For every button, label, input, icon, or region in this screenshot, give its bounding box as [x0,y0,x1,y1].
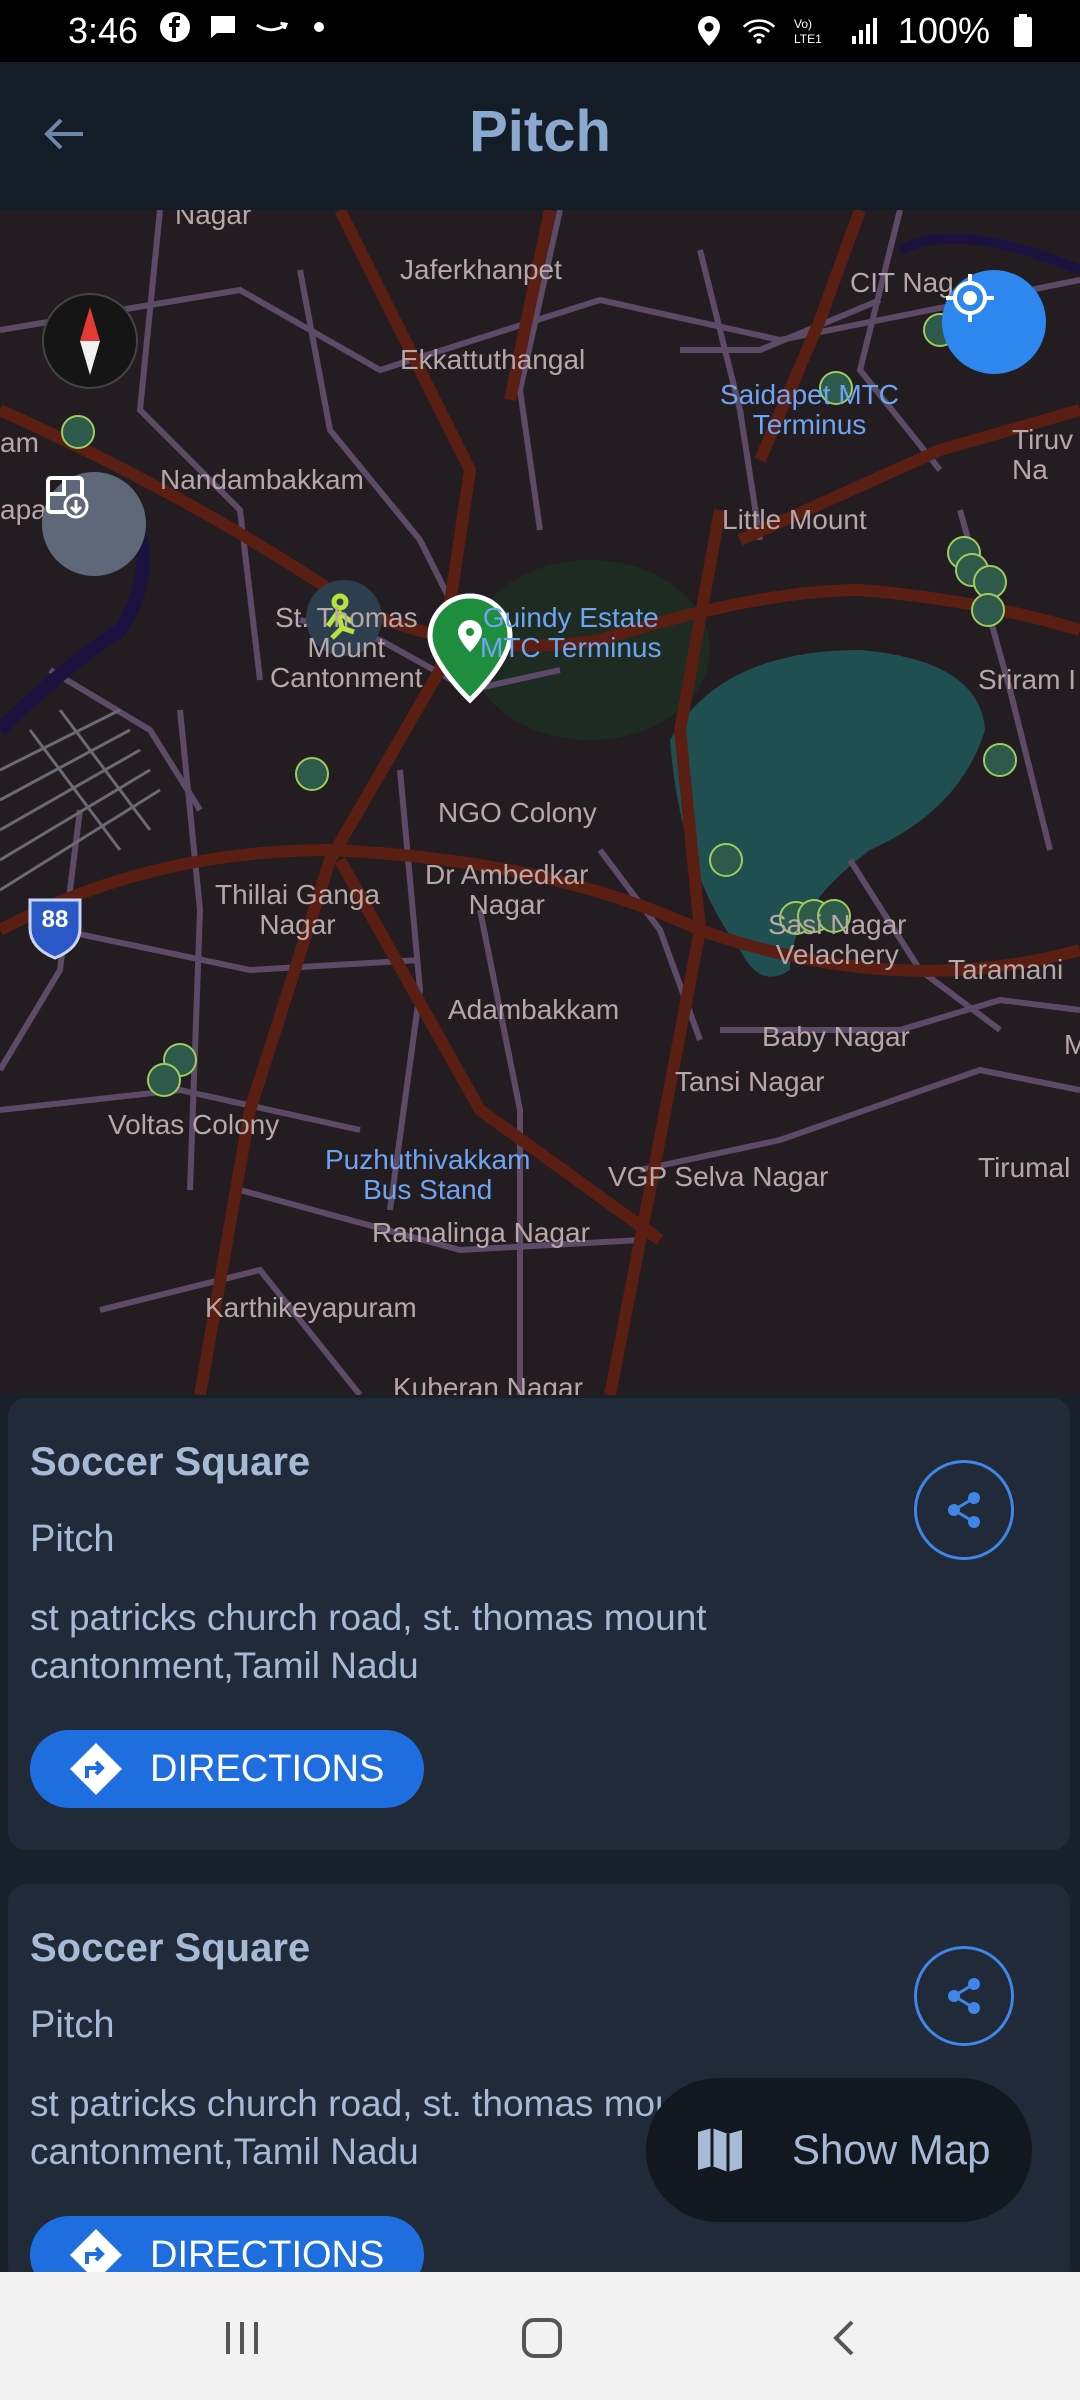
map-label: Sasi Nagar Velachery [768,909,907,970]
battery-icon [1006,14,1040,48]
show-map-button[interactable]: Show Map [646,2078,1032,2222]
map-label: Guindy Estate MTC Terminus [480,602,662,663]
share-icon [948,1978,980,2014]
map-label: Dr Ambedkar Nagar [425,859,589,920]
map-label: Adambakkam [448,994,620,1025]
map-label: M [1064,1029,1080,1060]
result-type: Pitch [30,1518,115,1560]
recents-button[interactable] [212,2308,272,2368]
map-label: NGO Colony [438,797,597,828]
map-label: Voltas Colony [108,1109,280,1140]
map-label: St. Thomas Mount Cantonment [270,602,423,693]
map-label: Little Mount [722,504,867,535]
map-label: Saidapet MTC Terminus [720,379,899,440]
map-label: CIT Nag [850,267,954,298]
directions-label: DIRECTIONS [150,2233,385,2276]
directions-label: DIRECTIONS [150,1747,385,1790]
result-name: Soccer Square [30,1440,311,1484]
location-icon [692,14,726,48]
svg-text:Vo): Vo) [794,17,812,31]
share-button[interactable] [914,1460,1014,1560]
volte-icon: Vo) LTE1 [792,14,832,48]
map-label: Sriram I [978,664,1076,695]
map-label: Karthikeyapuram [205,1292,417,1323]
share-icon [948,1492,980,1528]
battery-percent: 100% [897,10,990,51]
recents-icon [226,2322,258,2354]
map-label: Tiruv Na [1012,424,1074,485]
result-address: st patricks church road, st. thomas moun… [30,1597,707,1686]
facebook-icon [158,10,192,44]
result-type: Pitch [30,2004,115,2046]
map-label: Jaferkhanpet [400,254,562,285]
map-label: Tansi Nagar [675,1066,825,1097]
map-label: Ramalinga Nagar [372,1217,590,1248]
layers-button[interactable] [42,472,146,576]
back-nav-button[interactable] [816,2308,876,2368]
map-label: Puzhuthivakkam Bus Stand [325,1144,531,1205]
compass-icon [80,307,100,375]
map-label: Nandambakkam [160,464,364,495]
status-time: 3:46 [68,10,139,51]
highway-shield-icon: 88 [28,898,82,960]
page-title: Pitch [469,99,611,164]
message-icon [206,10,240,44]
home-button[interactable] [512,2308,572,2368]
my-location-icon [946,274,994,322]
map-label: Kuberan Nagar [393,1372,583,1396]
back-icon [833,2320,854,2356]
status-bar: 3:46 Vo) LTE1 100% [0,0,1080,62]
layers-icon [46,476,89,519]
map-label: Nagar [175,210,252,230]
svg-text:LTE1: LTE1 [794,32,822,46]
directions-button[interactable]: DIRECTIONS [30,1730,424,1808]
map-label: Thillai Ganga Nagar [215,879,380,940]
dot-icon [302,10,336,44]
signal-icon [848,14,882,48]
map-label: am [0,427,39,458]
my-location-button[interactable] [942,270,1046,374]
map-icon [690,2120,750,2180]
map-label: Tirumal [978,1152,1071,1183]
map-label: Ekkattuthangal [400,344,586,375]
show-map-label: Show Map [792,2126,991,2173]
wifi-icon [742,14,776,48]
amazon-icon [254,10,288,44]
map-label: Taramani [948,954,1064,985]
share-button[interactable] [914,1946,1014,2046]
compass-button[interactable] [42,293,138,389]
map-label: VGP Selva Nagar [608,1161,829,1192]
system-nav-bar [0,2272,1080,2400]
home-icon [522,2318,562,2358]
directions-icon [66,1739,126,1799]
result-name: Soccer Square [30,1926,311,1970]
map-label: Baby Nagar [762,1021,910,1052]
map-view[interactable]: 88 Nagar Jaferkhanpet CIT Nag Ekkattutha… [0,210,1080,1395]
app-bar: Pitch [0,62,1080,210]
result-card[interactable]: Soccer Square Pitch st patricks church r… [8,1398,1070,1850]
svg-text:88: 88 [42,906,69,933]
